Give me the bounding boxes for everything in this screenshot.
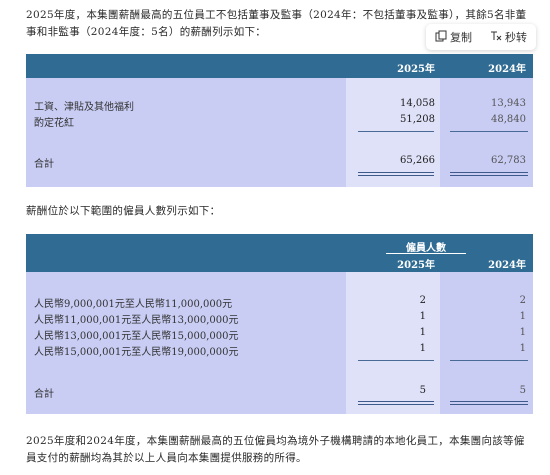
subtotal-rule <box>450 360 528 361</box>
row-label: 人民幣11,000,001元至人民幣13,000,000元 <box>34 315 239 326</box>
cell-2024: 48,840 <box>491 114 526 125</box>
group-header-rule <box>386 253 466 254</box>
cell-2024: 1 <box>519 311 526 322</box>
cell-2025: 1 <box>419 343 426 354</box>
cell-2025: 2 <box>419 295 426 306</box>
total-double-rule <box>450 172 528 176</box>
total-label: 合計 <box>34 159 54 170</box>
cell-2024: 2 <box>519 295 526 306</box>
subtotal-rule <box>358 360 434 361</box>
cell-2024: 1 <box>519 343 526 354</box>
total-double-rule <box>358 172 434 176</box>
floating-toolbar: 复制 秒转 <box>426 24 536 50</box>
row-label: 酌定花紅 <box>34 118 74 129</box>
copy-label: 复制 <box>450 31 472 44</box>
row-label: 人民幣9,000,001元至人民幣11,000,000元 <box>34 299 233 310</box>
copy-icon <box>435 30 447 45</box>
col-2025-header: 2025年 <box>397 64 435 75</box>
total-2024: 62,783 <box>491 155 526 166</box>
table-header: 2025年 2024年 <box>26 54 533 78</box>
total-2024: 5 <box>519 385 526 396</box>
total-2025: 65,266 <box>400 155 435 166</box>
cell-2025: 14,058 <box>400 98 435 109</box>
subtotal-rule <box>450 131 528 132</box>
total-double-rule <box>358 401 434 405</box>
seconds-convert-label: 秒转 <box>505 31 527 44</box>
group-header: 僱員人數 <box>406 243 446 254</box>
salary-table: 2025年 2024年 工資、津貼及其他福利 14,058 13,943 酌定花… <box>26 54 533 187</box>
total-label: 合計 <box>34 389 54 400</box>
employee-band-table: 僱員人數 2025年 2024年 人民幣9,000,001元至人民幣11,000… <box>26 234 533 414</box>
total-2025: 5 <box>419 385 426 396</box>
row-label: 人民幣15,000,001元至人民幣19,000,000元 <box>34 347 239 358</box>
table-header: 僱員人數 2025年 2024年 <box>26 234 533 272</box>
col-2024-header: 2024年 <box>488 64 526 75</box>
seconds-convert-button[interactable]: 秒转 <box>490 29 527 45</box>
row-label: 人民幣13,000,001元至人民幣15,000,000元 <box>34 331 239 342</box>
col-2024-header: 2024年 <box>488 260 526 271</box>
cell-2025: 51,208 <box>400 114 435 125</box>
col-2025-header: 2025年 <box>397 260 435 271</box>
subtotal-rule <box>358 131 434 132</box>
copy-button[interactable]: 复制 <box>435 29 472 45</box>
cell-2024: 1 <box>519 327 526 338</box>
row-label: 工資、津貼及其他福利 <box>34 102 134 113</box>
translate-icon <box>490 30 502 45</box>
cell-2024: 13,943 <box>491 98 526 109</box>
cell-2025: 1 <box>419 327 426 338</box>
total-double-rule <box>450 401 528 405</box>
cell-2025: 1 <box>419 311 426 322</box>
band-intro-paragraph: 薪酬位於以下範圍的僱員人數列示如下： <box>26 205 221 217</box>
footer-paragraph: 2025年度和2024年度，本集團薪酬最高的五位僱員均為境外子機構聘請的本地化員… <box>26 435 525 464</box>
